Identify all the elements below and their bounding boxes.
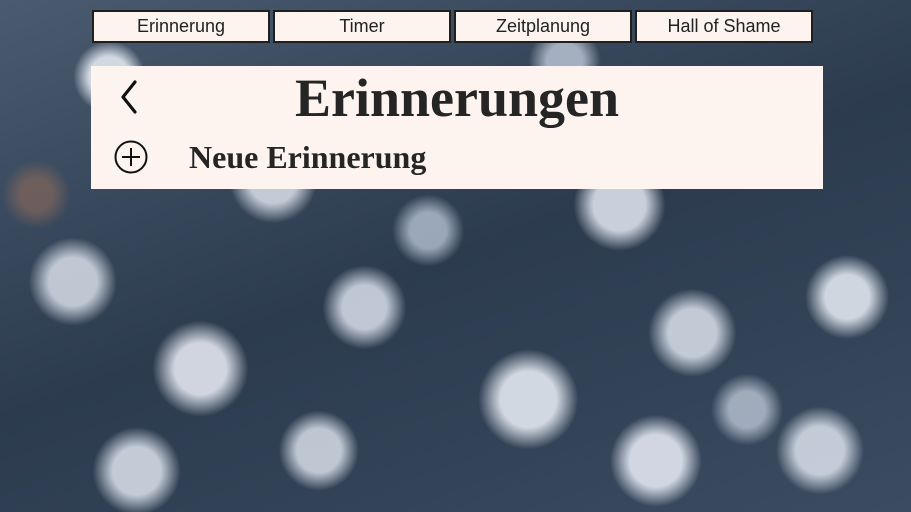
chevron-left-icon[interactable]	[115, 78, 145, 116]
plus-circle-icon[interactable]	[113, 139, 149, 175]
page-title: Erinnerungen	[294, 68, 620, 128]
tab-zeitplanung[interactable]: Zeitplanung	[454, 10, 632, 43]
reminders-panel: Erinnerungen Neue Erinnerung	[91, 66, 823, 189]
new-reminder-label[interactable]: Neue Erinnerung	[189, 138, 426, 176]
tab-hall-of-shame[interactable]: Hall of Shame	[635, 10, 813, 43]
tab-timer[interactable]: Timer	[273, 10, 451, 43]
tab-erinnerung[interactable]: Erinnerung	[92, 10, 270, 43]
top-nav: Erinnerung Timer Zeitplanung Hall of Sha…	[92, 10, 813, 43]
